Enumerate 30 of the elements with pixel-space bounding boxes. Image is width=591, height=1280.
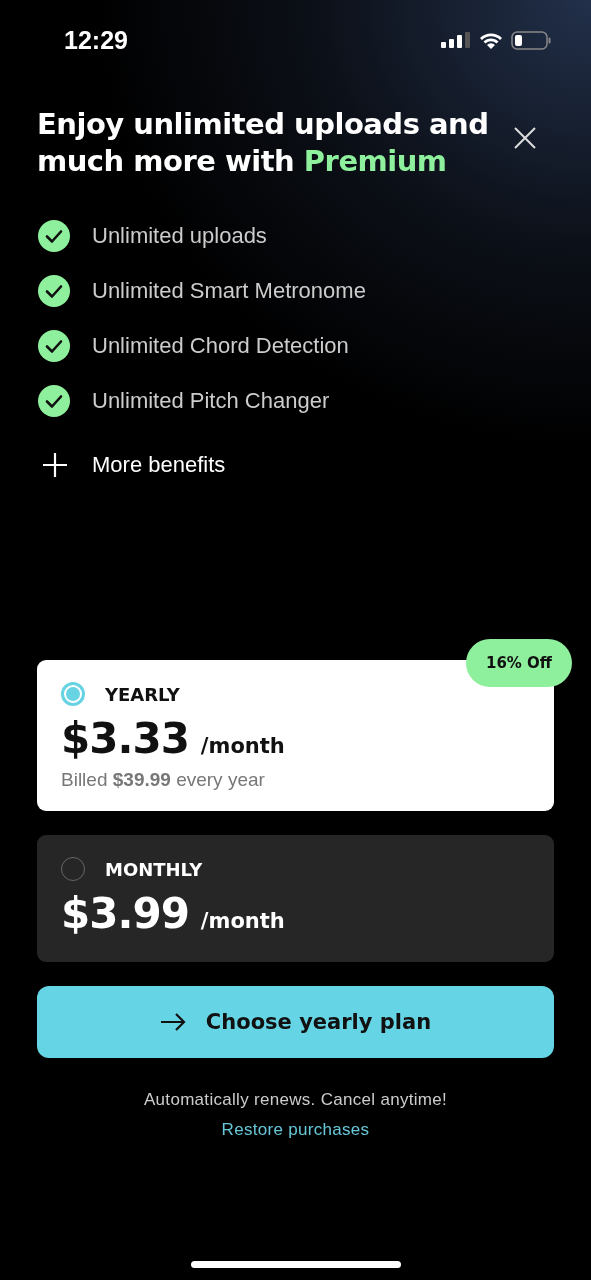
plan-name: MONTHLY: [105, 858, 203, 880]
feature-label: Unlimited Chord Detection: [92, 332, 349, 359]
wifi-icon: [479, 31, 503, 49]
renewal-note: Automatically renews. Cancel anytime!: [143, 1090, 448, 1110]
feature-label: Unlimited Smart Metronome: [92, 277, 366, 304]
check-icon: [38, 384, 70, 417]
price-unit: /month: [200, 909, 285, 933]
check-icon: [38, 329, 70, 362]
plan-price: $3.99: [61, 889, 189, 938]
feature-label: Unlimited uploads: [92, 222, 267, 249]
choose-plan-button[interactable]: Choose yearly plan: [37, 986, 554, 1058]
plus-icon[interactable]: [42, 451, 68, 478]
check-icon: [38, 274, 70, 307]
discount-badge: 16% Off: [465, 639, 572, 687]
signal-icon: [441, 32, 471, 48]
status-time: 12:29: [64, 25, 128, 55]
check-icon: [38, 219, 70, 252]
billing-note: Billed $39.99 every year: [61, 769, 266, 791]
price-unit: /month: [200, 734, 285, 758]
more-benefits-link[interactable]: More benefits: [92, 451, 226, 478]
plan-price: $3.33: [61, 714, 189, 763]
plan-card[interactable]: MONTHLY $3.99 /month: [37, 835, 554, 962]
close-icon[interactable]: [513, 126, 537, 150]
battery-icon: [511, 30, 551, 50]
radio-button[interactable]: [61, 682, 85, 706]
plan-name: YEARLY: [105, 683, 180, 705]
arrow-icon: [159, 1013, 186, 1031]
restore-purchases-link[interactable]: Restore purchases: [221, 1120, 370, 1140]
title: Enjoy unlimited uploads and much more with Premium: [37, 106, 490, 180]
feature-label: Unlimited Pitch Changer: [92, 387, 330, 414]
